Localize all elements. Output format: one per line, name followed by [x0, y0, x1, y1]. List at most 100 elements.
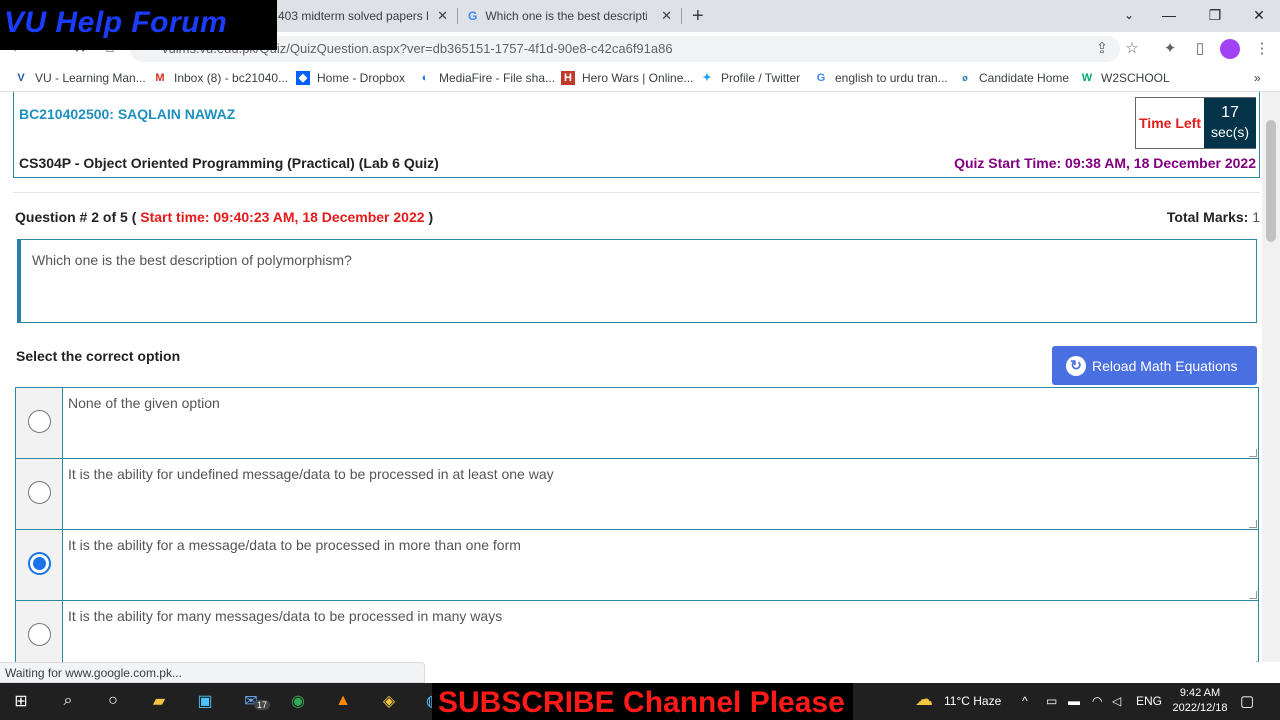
refresh-icon: ↻: [1066, 355, 1086, 376]
twitter-icon: ✦: [702, 72, 712, 84]
tray-overflow-icon[interactable]: ^: [1022, 694, 1028, 708]
select-option-label: Select the correct option: [16, 348, 181, 364]
side-panel-icon[interactable]: ▯: [1190, 39, 1210, 57]
quiz-start-time: Quiz Start Time: 09:38 AM, 18 December 2…: [954, 155, 1256, 171]
wifi-icon[interactable]: ◠: [1092, 694, 1102, 708]
option-text[interactable]: It is the ability for many messages/data…: [68, 608, 502, 624]
close-tab-icon[interactable]: ✕: [661, 8, 672, 24]
share-icon[interactable]: ⇪: [1092, 39, 1112, 57]
close-window-icon[interactable]: ✕: [1236, 0, 1280, 30]
tab-title: 403 midterm solved papers by: [278, 9, 428, 23]
reload-button-label: Reload Math Equations: [1092, 357, 1238, 374]
vu-help-forum-logo: VU Help Forum: [0, 0, 277, 50]
extensions-icon[interactable]: ✦: [1160, 39, 1180, 57]
time-left-label: Time Left: [1136, 98, 1204, 148]
profile-avatar[interactable]: [1220, 39, 1240, 59]
option-row: It is the ability for many messages/data…: [15, 600, 1259, 662]
notifications-icon[interactable]: ▢: [1240, 692, 1254, 710]
chrome-icon[interactable]: ◉: [285, 689, 311, 713]
bookmark-label: Hero Wars | Online...: [582, 71, 694, 85]
browser-icon[interactable]: ◈: [376, 689, 402, 713]
bookmark-item[interactable]: ◐ MediaFire - File sha...: [418, 71, 555, 85]
bookmark-item[interactable]: M Inbox (8) - bc21040...: [153, 71, 288, 85]
option-radio[interactable]: [28, 481, 51, 504]
battery-icon[interactable]: ▬: [1068, 694, 1080, 708]
dropbox-icon: ◆: [296, 71, 310, 85]
browser-tab-active[interactable]: G Which one is the best description ✕: [460, 0, 680, 32]
maximize-icon[interactable]: ❐: [1192, 0, 1238, 30]
option-radio[interactable]: [28, 623, 51, 646]
reload-math-button[interactable]: ↻ Reload Math Equations: [1052, 346, 1257, 385]
bookmark-item[interactable]: ø Candidate Home: [958, 71, 1069, 85]
vu-icon: V: [17, 72, 25, 84]
weather-icon: ☁: [915, 689, 933, 709]
option-row: It is the ability for undefined message/…: [15, 458, 1259, 529]
language-indicator[interactable]: ENG: [1136, 694, 1162, 708]
system-clock[interactable]: 9:42 AM 2022/12/18: [1165, 686, 1235, 716]
gmail-icon: M: [155, 72, 165, 84]
total-marks-value: 1: [1252, 209, 1260, 225]
bookmark-item[interactable]: W W2SCHOOL: [1080, 71, 1170, 85]
google-icon: G: [816, 72, 826, 84]
bookmark-item[interactable]: Genglish to urdu tran...: [814, 71, 948, 85]
option-row: It is the ability for a message/data to …: [15, 529, 1259, 600]
question-number: Question # 2 of 5 (: [15, 209, 137, 225]
file-explorer-icon[interactable]: ▰: [146, 689, 172, 713]
google-icon: G: [468, 9, 478, 23]
mail-badge: 17: [254, 700, 271, 710]
question-text: Which one is the best description of pol…: [32, 252, 352, 268]
bookmark-item[interactable]: V VU - Learning Man...: [14, 71, 146, 85]
bookmark-star-icon[interactable]: ☆: [1122, 39, 1142, 57]
option-row: None of the given option: [15, 387, 1259, 458]
tab-separator: [457, 8, 458, 24]
cortana-icon[interactable]: ○: [100, 689, 126, 713]
tab-title: Which one is the best description: [485, 9, 648, 23]
time-left-counter: 17 sec(s): [1204, 98, 1256, 148]
clock-time: 9:42 AM: [1179, 687, 1221, 699]
bookmark-item[interactable]: ✦ Profile / Twitter: [700, 71, 800, 85]
new-tab-icon[interactable]: +: [692, 5, 704, 28]
windows-start-icon[interactable]: ⊞: [8, 689, 34, 713]
bookmark-label: Inbox (8) - bc21040...: [174, 71, 289, 85]
bookmark-label: VU - Learning Man...: [35, 71, 146, 85]
browser-status-bar: Waiting for www.google.com.pk...: [0, 662, 425, 683]
scrollbar-thumb[interactable]: [1266, 120, 1276, 242]
bookmark-label: W2SCHOOL: [1101, 71, 1170, 85]
bookmark-label: MediaFire - File sha...: [439, 71, 556, 85]
question-start-time: Start time: 09:40:23 AM, 18 December 202…: [140, 209, 425, 225]
page-scrollbar[interactable]: [1262, 92, 1280, 662]
resize-grip-icon[interactable]: [1249, 449, 1257, 457]
option-text[interactable]: None of the given option: [68, 395, 220, 411]
menu-icon[interactable]: ⋮: [1252, 39, 1272, 57]
option-radio[interactable]: [28, 410, 51, 433]
total-marks: Total Marks: 1: [1167, 209, 1260, 225]
more-bookmarks-icon[interactable]: »: [1254, 71, 1261, 85]
weather-text[interactable]: 11°C Haze: [944, 694, 1001, 708]
resize-grip-icon[interactable]: [1249, 520, 1257, 528]
store-icon[interactable]: ▣: [192, 689, 218, 713]
bookmark-item[interactable]: H Hero Wars | Online...: [561, 71, 693, 85]
minimize-icon[interactable]: —: [1146, 0, 1192, 30]
question-header-close: ): [428, 209, 434, 225]
resize-grip-icon[interactable]: [1249, 591, 1257, 599]
quiz-info-panel: BC210402500: SAQLAIN NAWAZ Time Left 17 …: [13, 92, 1260, 178]
option-radio-selected[interactable]: [28, 552, 51, 575]
quiz-page: BC210402500: SAQLAIN NAWAZ Time Left 17 …: [0, 92, 1262, 662]
option-text[interactable]: It is the ability for a message/data to …: [68, 537, 521, 553]
bookmark-item[interactable]: ◆ Home - Dropbox: [296, 71, 405, 85]
meet-icon[interactable]: ▭: [1046, 694, 1057, 708]
time-left-unit: sec(s): [1210, 124, 1250, 140]
bookmark-label: Candidate Home: [979, 71, 1070, 85]
browser-tab[interactable]: 403 midterm solved papers by ✕: [270, 0, 456, 32]
option-text[interactable]: It is the ability for undefined message/…: [68, 466, 554, 482]
question-header: Question # 2 of 5 ( Start time: 09:40:23…: [15, 209, 433, 225]
close-tab-icon[interactable]: ✕: [437, 8, 448, 24]
option-radio-cell: [16, 459, 63, 529]
time-left-value: 17: [1221, 104, 1239, 121]
bookmark-label: english to urdu tran...: [835, 71, 948, 85]
vlc-icon[interactable]: ▲: [330, 689, 356, 713]
volume-icon[interactable]: ◁: [1112, 694, 1121, 708]
address-bar[interactable]: vulms.vu.edu.pk/Quiz/QuizQuestion.aspx?v…: [130, 36, 1120, 62]
resize-grip-icon[interactable]: [1249, 661, 1257, 662]
search-icon[interactable]: ⌕: [55, 689, 81, 713]
